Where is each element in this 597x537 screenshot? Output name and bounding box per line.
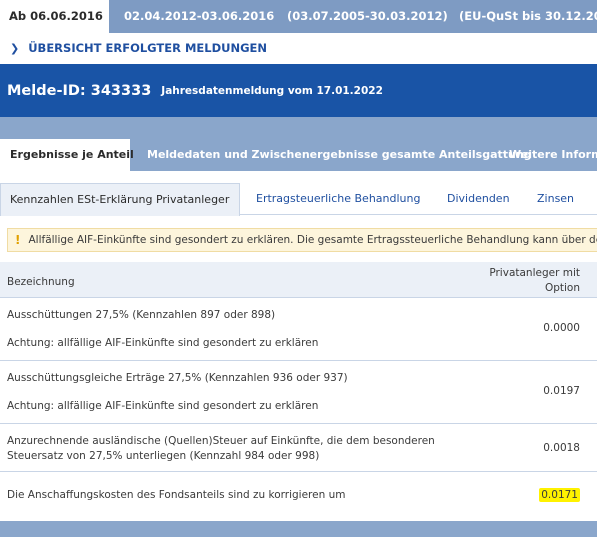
- row-value: 0.0197: [543, 385, 580, 397]
- row-description: Ausschüttungen 27,5% (Kennzahlen 897 ode…: [7, 309, 276, 321]
- header-bezeichnung: Bezeichnung: [7, 276, 75, 288]
- melde-banner: Melde-ID: 343333 Jahresdatenmeldung vom …: [0, 64, 597, 117]
- row-value: 0.0018: [543, 442, 580, 454]
- date-tab-current[interactable]: Ab 06.06.2016: [0, 0, 109, 33]
- subtab-kennzahlen[interactable]: Kennzahlen ESt-Erklärung Privatanleger: [0, 183, 240, 216]
- sub-tabs: Kennzahlen ESt-Erklärung Privatanleger E…: [0, 183, 597, 216]
- subtab-dividenden[interactable]: Dividenden: [447, 183, 510, 215]
- table-row: Ausschüttungen 27,5% (Kennzahlen 897 ode…: [0, 298, 597, 361]
- warning-icon: !: [15, 233, 21, 247]
- date-tabs: Ab 06.06.2016 02.04.2012-03.06.2016 (03.…: [0, 0, 597, 33]
- table-row: Anzurechnende ausländische (Quellen)Steu…: [0, 424, 597, 472]
- row-note: Achtung: allfällige AIF-Einkünfte sind g…: [7, 400, 319, 412]
- row-description: Anzurechnende ausländische (Quellen)Steu…: [7, 435, 435, 462]
- main-tabs: Ergebnisse je Anteil Meldedaten und Zwis…: [0, 139, 597, 171]
- date-tab-eu-qust[interactable]: (EU-QuSt bis 30.12.2016): [459, 0, 597, 33]
- row-value-highlighted: 0.0171: [539, 488, 580, 502]
- notice-banner: ! Allfällige AIF-Einkünfte sind gesonder…: [7, 228, 597, 252]
- overview-link-label: ÜBERSICHT ERFOLGTER MELDUNGEN: [28, 41, 268, 55]
- row-value: 0.0000: [543, 322, 580, 334]
- melde-subtitle: Jahresdatenmeldung vom 17.01.2022: [161, 84, 383, 97]
- chevron-right-icon: ❯: [10, 41, 20, 55]
- tab-meldedaten[interactable]: Meldedaten und Zwischenergebnisse gesamt…: [147, 139, 532, 171]
- date-tab-2005-2012[interactable]: (03.07.2005-30.03.2012): [287, 0, 448, 33]
- header-privatanleger: Privatanleger mit Option: [489, 267, 580, 294]
- subtab-ertragsteuerliche-behandlung[interactable]: Ertragsteuerliche Behandlung: [256, 183, 420, 215]
- subtab-zinsen[interactable]: Zinsen: [537, 183, 574, 215]
- row-description: Ausschüttungsgleiche Erträge 27,5% (Kenn…: [7, 372, 348, 384]
- table-row: Ausschüttungsgleiche Erträge 27,5% (Kenn…: [0, 361, 597, 424]
- melde-id: Melde-ID: 343333: [7, 82, 152, 99]
- tab-weitere-informationen[interactable]: Weitere Informa: [509, 139, 597, 171]
- notice-text: Allfällige AIF-Einkünfte sind gesondert …: [28, 234, 597, 246]
- kennzahlen-table: Bezeichnung Privatanleger mit Option Aus…: [0, 262, 597, 518]
- tab-ergebnisse-je-anteil[interactable]: Ergebnisse je Anteil: [0, 139, 134, 171]
- footer-band: [0, 521, 597, 537]
- row-note: Achtung: allfällige AIF-Einkünfte sind g…: [7, 337, 319, 349]
- row-description: Die Anschaffungskosten des Fondsanteils …: [7, 489, 346, 501]
- table-header: Bezeichnung Privatanleger mit Option: [0, 262, 597, 298]
- overview-link[interactable]: ❯ ÜBERSICHT ERFOLGTER MELDUNGEN: [10, 40, 267, 56]
- date-tab-2012-2016[interactable]: 02.04.2012-03.06.2016: [124, 0, 274, 33]
- table-row: Die Anschaffungskosten des Fondsanteils …: [0, 472, 597, 518]
